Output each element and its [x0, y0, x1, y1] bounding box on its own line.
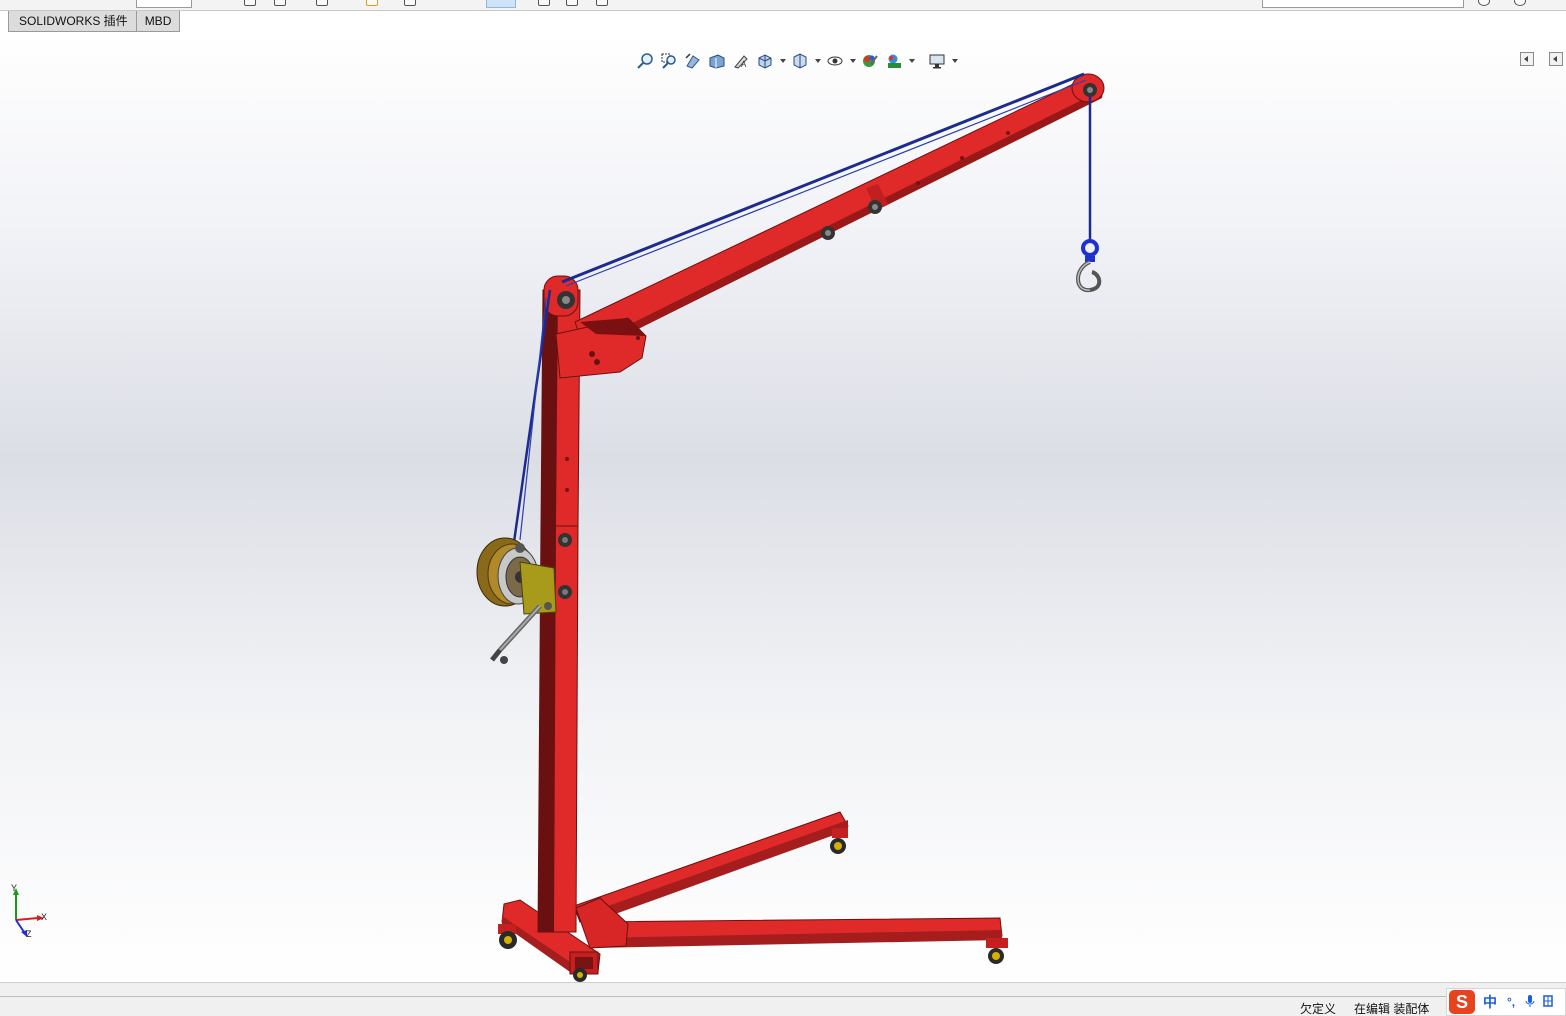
caster-front-right — [986, 938, 1008, 964]
ime-language-toggle[interactable]: 中 — [1483, 992, 1497, 1012]
view-settings-icon[interactable] — [926, 50, 948, 72]
triad-x-label: X — [41, 912, 48, 922]
rope-top — [561, 72, 1085, 284]
status-edit-mode: 在编辑 装配体 — [1354, 1002, 1430, 1016]
caster-left — [498, 924, 517, 949]
dynamic-annotation-icon[interactable]: A — [730, 50, 752, 72]
view-orientation-dropdown[interactable] — [778, 50, 787, 72]
graphics-area[interactable]: Y X Z A — [0, 32, 1566, 982]
section-view-icon[interactable] — [706, 50, 728, 72]
toolbar-rebuild-icon[interactable] — [366, 0, 378, 6]
help-menu-icon[interactable] — [1514, 0, 1526, 6]
status-bar: 欠定义 在编辑 装配体 — [0, 997, 1566, 1016]
boom — [574, 75, 1103, 353]
toolbox-icon[interactable] — [1543, 994, 1553, 1010]
tab-mbd[interactable]: MBD — [136, 11, 181, 32]
toolbar-combo[interactable] — [136, 0, 192, 8]
status-definition: 欠定义 — [1300, 1002, 1337, 1016]
hide-show-dropdown[interactable] — [848, 50, 857, 72]
edit-appearance-icon[interactable] — [859, 50, 881, 72]
task-pane-expand-icon[interactable] — [1549, 52, 1563, 66]
toolbar-options-icon[interactable] — [316, 0, 328, 6]
display-style-dropdown[interactable] — [813, 50, 822, 72]
svg-text:A: A — [741, 60, 747, 69]
hide-show-items-icon[interactable] — [824, 50, 846, 72]
task-pane-collapse-icon[interactable] — [1520, 52, 1534, 66]
toolbar-print-icon[interactable] — [274, 0, 286, 6]
triad-z-label: Z — [26, 929, 32, 939]
previous-view-icon[interactable] — [682, 50, 704, 72]
heads-up-view-toolbar: A — [634, 50, 959, 72]
caster-rear — [830, 828, 848, 854]
toolbar-grid-icon[interactable] — [244, 0, 256, 6]
sogou-logo-icon[interactable]: S — [1449, 990, 1475, 1014]
help-icon[interactable] — [1478, 0, 1490, 6]
toolbar-active-button[interactable] — [486, 0, 516, 8]
toolbar-file-icon[interactable] — [566, 0, 578, 6]
zoom-to-area-icon[interactable] — [658, 50, 680, 72]
triad-y-label: Y — [11, 883, 18, 893]
horizontal-scrollbar[interactable] — [0, 982, 1566, 997]
display-style-icon[interactable] — [789, 50, 811, 72]
apply-scene-dropdown[interactable] — [907, 50, 916, 72]
view-settings-dropdown[interactable] — [950, 50, 959, 72]
toolbar-select-icon[interactable] — [404, 0, 416, 6]
hook — [1076, 239, 1102, 293]
crane-model[interactable] — [0, 32, 1566, 982]
tab-solidworks-addins[interactable]: SOLIDWORKS 插件 — [8, 11, 137, 32]
apply-scene-icon[interactable] — [883, 50, 905, 72]
toolbar-light-icon[interactable] — [538, 0, 550, 6]
microphone-icon[interactable] — [1525, 994, 1535, 1011]
toolbar-settings-icon[interactable] — [596, 0, 608, 6]
view-orientation-icon[interactable] — [754, 50, 776, 72]
caster-center — [573, 968, 587, 982]
ime-punctuation-toggle[interactable]: °, — [1507, 995, 1515, 1009]
top-toolbar — [0, 0, 1566, 11]
zoom-to-fit-icon[interactable] — [634, 50, 656, 72]
search-box[interactable] — [1262, 0, 1464, 8]
command-manager-tabs: SOLIDWORKS 插件 MBD — [0, 11, 181, 32]
ime-toolbar[interactable]: S 中 °, — [1446, 988, 1566, 1016]
